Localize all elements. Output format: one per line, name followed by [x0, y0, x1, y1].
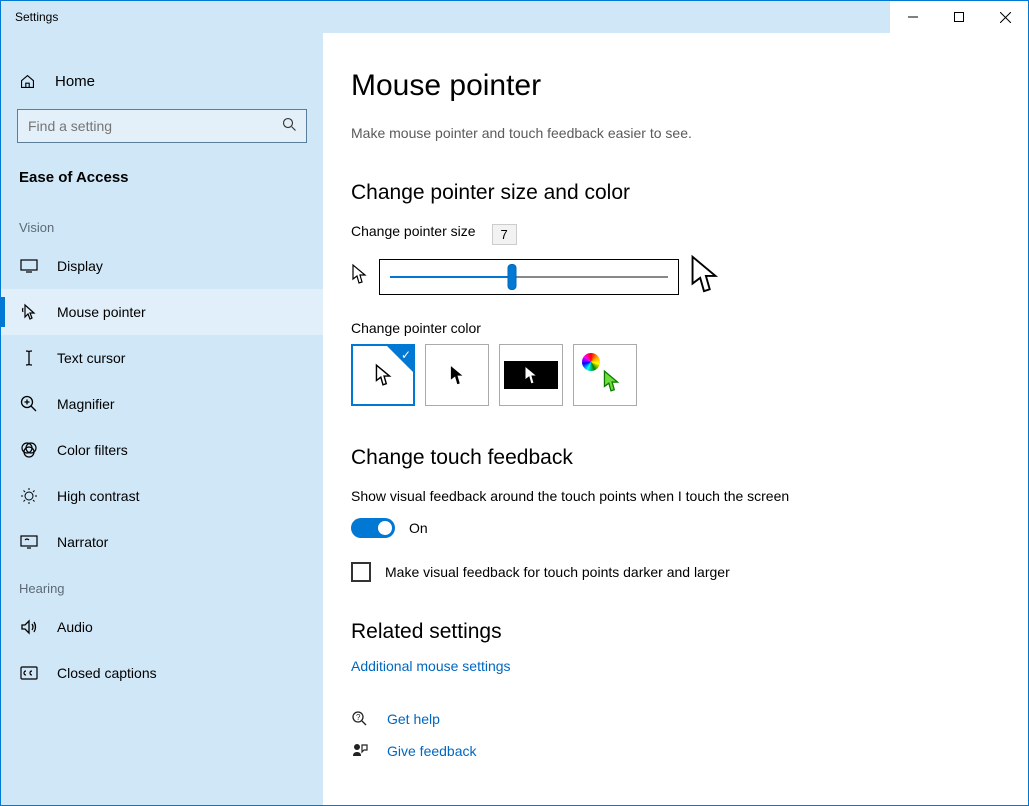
- sidebar: Home Ease of Access Vision Display Mouse…: [1, 33, 323, 805]
- maximize-button[interactable]: [936, 1, 982, 33]
- window-title: Settings: [1, 10, 890, 24]
- search-input[interactable]: [17, 109, 307, 143]
- sidebar-item-mouse-pointer[interactable]: Mouse pointer: [1, 289, 323, 335]
- sidebar-item-display[interactable]: Display: [1, 243, 323, 289]
- toggle-state-label: On: [409, 520, 428, 536]
- search-icon: [282, 117, 297, 137]
- high-contrast-icon: [19, 487, 39, 505]
- sidebar-item-closed-captions[interactable]: Closed captions: [1, 650, 323, 696]
- touch-feedback-toggle[interactable]: [351, 518, 395, 538]
- home-nav[interactable]: Home: [1, 61, 323, 101]
- darker-larger-checkbox[interactable]: [351, 562, 371, 582]
- category-header: Ease of Access: [1, 143, 323, 204]
- pointer-size-label: Change pointer size: [351, 223, 476, 239]
- pointer-size-tooltip: 7: [492, 224, 517, 245]
- color-filters-icon: [19, 441, 39, 459]
- sidebar-item-label: Closed captions: [57, 665, 157, 681]
- magnifier-icon: [19, 395, 39, 413]
- sidebar-item-label: High contrast: [57, 488, 139, 504]
- sidebar-item-color-filters[interactable]: Color filters: [1, 427, 323, 473]
- group-vision-label: Vision: [1, 204, 323, 243]
- additional-mouse-settings-link[interactable]: Additional mouse settings: [351, 658, 988, 674]
- pointer-color-inverted[interactable]: [499, 344, 563, 406]
- touch-feedback-desc: Show visual feedback around the touch po…: [351, 488, 988, 504]
- sidebar-item-label: Audio: [57, 619, 93, 635]
- cursor-large-icon: [687, 253, 725, 300]
- sidebar-item-label: Color filters: [57, 442, 128, 458]
- sidebar-item-label: Text cursor: [57, 350, 125, 366]
- page-description: Make mouse pointer and touch feedback ea…: [351, 125, 988, 141]
- page-title: Mouse pointer: [351, 69, 988, 103]
- cursor-small-icon: [351, 263, 371, 290]
- close-button[interactable]: [982, 1, 1028, 33]
- svg-text:?: ?: [356, 713, 361, 722]
- audio-icon: [19, 619, 39, 635]
- sidebar-item-label: Narrator: [57, 534, 108, 550]
- minimize-button[interactable]: [890, 1, 936, 33]
- check-icon: ✓: [401, 348, 411, 362]
- pointer-color-label: Change pointer color: [351, 320, 988, 336]
- sidebar-item-narrator[interactable]: Narrator: [1, 519, 323, 565]
- size-color-heading: Change pointer size and color: [351, 181, 988, 205]
- pointer-color-black[interactable]: [425, 344, 489, 406]
- sidebar-item-label: Magnifier: [57, 396, 115, 412]
- touch-feedback-heading: Change touch feedback: [351, 446, 988, 470]
- mouse-pointer-icon: [19, 303, 39, 321]
- give-feedback-link[interactable]: Give feedback: [387, 743, 477, 759]
- sidebar-item-label: Mouse pointer: [57, 304, 146, 320]
- sidebar-item-audio[interactable]: Audio: [1, 604, 323, 650]
- sidebar-item-label: Display: [57, 258, 103, 274]
- checkbox-label: Make visual feedback for touch points da…: [385, 564, 730, 580]
- sidebar-item-high-contrast[interactable]: High contrast: [1, 473, 323, 519]
- help-icon: ?: [351, 710, 373, 728]
- narrator-icon: [19, 535, 39, 549]
- closed-captions-icon: [19, 666, 39, 680]
- related-heading: Related settings: [351, 620, 988, 644]
- pointer-color-custom[interactable]: [573, 344, 637, 406]
- get-help-link[interactable]: Get help: [387, 711, 440, 727]
- group-hearing-label: Hearing: [1, 565, 323, 604]
- main-content: Mouse pointer Make mouse pointer and tou…: [323, 33, 1028, 805]
- text-cursor-icon: [19, 349, 39, 367]
- feedback-icon: [351, 742, 373, 760]
- pointer-color-white[interactable]: ✓: [351, 344, 415, 406]
- sidebar-item-text-cursor[interactable]: Text cursor: [1, 335, 323, 381]
- titlebar[interactable]: Settings: [1, 1, 1028, 33]
- display-icon: [19, 259, 39, 273]
- sidebar-item-magnifier[interactable]: Magnifier: [1, 381, 323, 427]
- home-icon: [19, 73, 39, 90]
- pointer-size-slider[interactable]: [379, 259, 679, 295]
- home-label: Home: [55, 73, 95, 90]
